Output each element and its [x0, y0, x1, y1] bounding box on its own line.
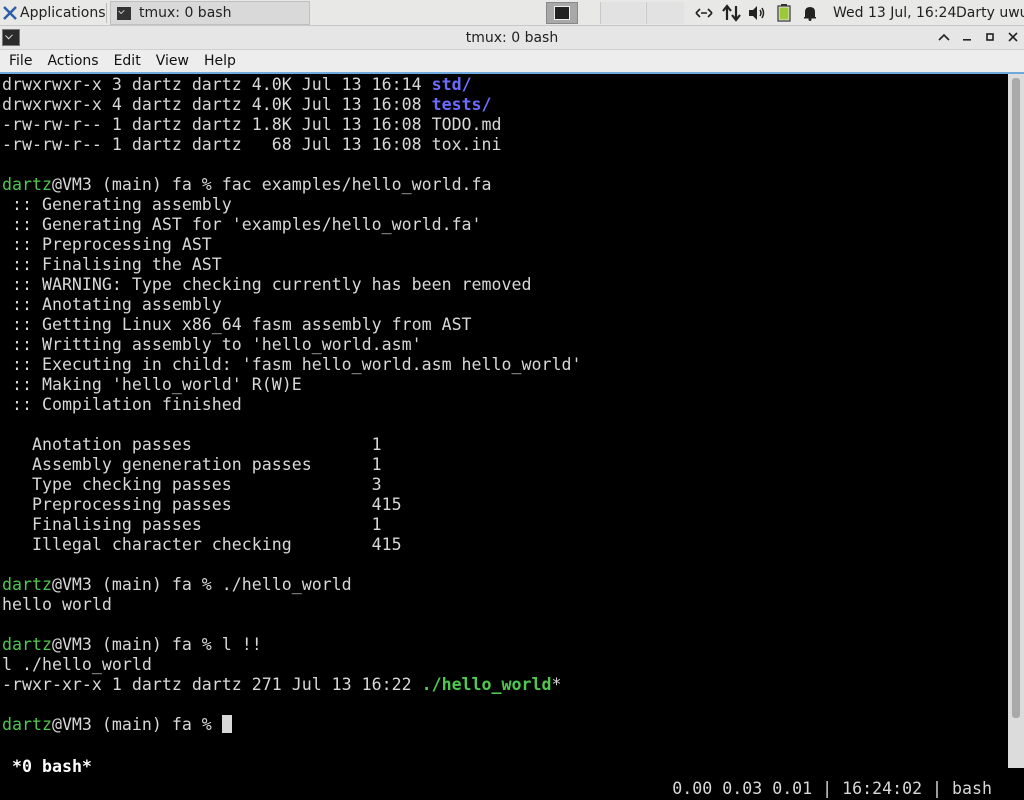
- shell-prompt: dartz@VM3 (main) fa %: [2, 715, 232, 735]
- prompt-user: dartz: [2, 715, 52, 734]
- terminal-line: :: Compilation finished: [2, 395, 242, 414]
- panel-separator: [106, 3, 107, 23]
- taskbar-label: tmux: 0 bash: [139, 5, 232, 21]
- close-icon[interactable]: [1003, 28, 1023, 48]
- terminal-line: Assembly geneneration passes 1: [2, 455, 382, 474]
- prompt-user: dartz: [2, 635, 52, 654]
- terminal-scrollbar[interactable]: [1008, 74, 1024, 768]
- terminal-line: :: Executing in child: 'fasm hello_world…: [2, 355, 582, 374]
- workspace-2[interactable]: [600, 2, 645, 24]
- maximize-icon[interactable]: [934, 28, 954, 48]
- volume-icon[interactable]: [748, 0, 768, 26]
- tmux-status-bar: *0 bash* 0.00 0.03 0.01 | 16:24:02 | bas…: [0, 734, 1008, 798]
- window-titlebar[interactable]: tmux: 0 bash: [0, 26, 1024, 50]
- prompt-user: dartz: [2, 175, 52, 194]
- terminal-line: :: Generating AST for 'examples/hello_wo…: [2, 215, 482, 234]
- terminal-line: :: Making 'hello_world' R(W)E: [2, 375, 302, 394]
- terminal-line: -rw-rw-r-- 1 dartz dartz 1.8K Jul 13 16:…: [2, 115, 502, 134]
- applications-label: Applications: [20, 5, 106, 21]
- shell-prompt: dartz@VM3 (main) fa % fac examples/hello…: [2, 175, 492, 194]
- workspace-3[interactable]: [646, 2, 684, 24]
- menu-view[interactable]: View: [147, 53, 195, 69]
- terminal-line: -rwxr-xr-x 1 dartz dartz 271 Jul 13 16:2…: [2, 675, 562, 694]
- terminal-line: Finalising passes 1: [2, 515, 382, 534]
- menu-file[interactable]: File: [0, 53, 38, 69]
- terminal-icon: [117, 6, 131, 20]
- terminal-line: :: Anotating assembly: [2, 295, 222, 314]
- window-title: tmux: 0 bash: [465, 30, 559, 46]
- terminal-line: hello world: [2, 595, 112, 614]
- terminal-line: Type checking passes 3: [2, 475, 382, 494]
- terminal-line: :: Preprocessing AST: [2, 235, 212, 254]
- terminal-line: Anotation passes 1: [2, 435, 382, 454]
- scrollbar-thumb[interactable]: [1012, 78, 1020, 718]
- terminal-line: :: Generating assembly: [2, 195, 232, 214]
- executable-name: ./hello_world: [421, 675, 552, 694]
- terminal-line: l ./hello_world: [2, 655, 152, 674]
- transfer-icon[interactable]: [722, 0, 742, 26]
- notification-bell-icon[interactable]: [802, 0, 818, 26]
- directory-name: tests/: [431, 95, 492, 114]
- terminal-line: :: Finalising the AST: [2, 255, 222, 274]
- text-cursor: [221, 715, 232, 733]
- applications-menu[interactable]: Applications: [0, 0, 106, 26]
- shell-prompt: dartz@VM3 (main) fa % l !!: [2, 635, 262, 654]
- menu-actions[interactable]: Actions: [38, 53, 104, 69]
- terminal-line: drwxrwxr-x 4 dartz dartz 4.0K Jul 13 16:…: [2, 95, 492, 114]
- menu-bar: File Actions Edit View Help: [0, 50, 1024, 74]
- terminal-line: :: Writting assembly to 'hello_world.asm…: [2, 335, 422, 354]
- network-icon[interactable]: [695, 0, 713, 26]
- terminal-area[interactable]: drwxrwxr-x 3 dartz dartz 4.0K Jul 13 16:…: [0, 74, 1008, 768]
- terminal-line: Preprocessing passes 415: [2, 495, 402, 514]
- user-menu[interactable]: Darty uwu: [956, 0, 1024, 26]
- workspace-1[interactable]: [546, 2, 578, 24]
- minimize-icon[interactable]: [957, 28, 977, 48]
- shell-prompt: dartz@VM3 (main) fa % ./hello_world: [2, 575, 352, 594]
- menu-edit[interactable]: Edit: [105, 53, 147, 69]
- menu-help[interactable]: Help: [195, 53, 242, 69]
- terminal-line: :: Getting Linux x86_64 fasm assembly fr…: [2, 315, 472, 334]
- terminal-line: Illegal character checking 415: [2, 535, 402, 554]
- directory-name: std/: [431, 75, 472, 94]
- terminal-icon[interactable]: [2, 29, 20, 46]
- prompt-user: dartz: [2, 575, 52, 594]
- top-panel: Applications tmux: 0 bash Wed 13 Jul, 16…: [0, 0, 1024, 26]
- workspace-window-preview: [554, 6, 570, 20]
- battery-icon[interactable]: [777, 0, 791, 26]
- taskbar-button-tmux[interactable]: tmux: 0 bash: [110, 1, 310, 25]
- xfce-logo-icon: [3, 6, 17, 20]
- tmux-status-right: 0.00 0.03 0.01 | 16:24:02 | bash: [672, 779, 992, 798]
- terminal-line: drwxrwxr-x 3 dartz dartz 4.0K Jul 13 16:…: [2, 75, 472, 94]
- tmux-window-list[interactable]: *0 bash*: [12, 756, 92, 778]
- terminal-line: -rw-rw-r-- 1 dartz dartz 68 Jul 13 16:08…: [2, 135, 502, 154]
- panel-clock[interactable]: Wed 13 Jul, 16:24: [833, 0, 956, 26]
- terminal-line: :: WARNING: Type checking currently has …: [2, 275, 532, 294]
- restore-icon[interactable]: [980, 28, 1000, 48]
